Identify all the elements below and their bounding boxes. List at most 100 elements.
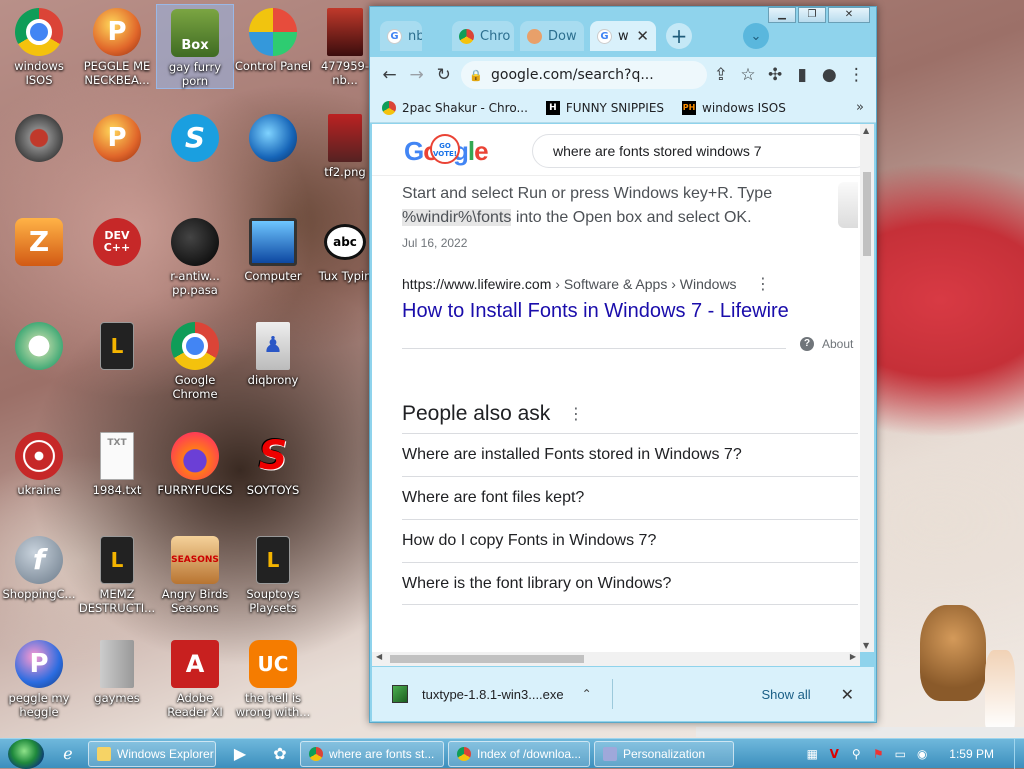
about-featured-snippet[interactable]: ? About [800,337,853,351]
tray-app-icon[interactable]: ▦ [805,747,819,761]
desktop-icon[interactable]: A Adobe Reader XI [156,636,234,719]
taskbar-chrome-index[interactable]: Index of /downloa... [448,740,590,767]
scroll-up-arrow-icon[interactable]: ▲ [863,126,869,135]
taskbar-personalization[interactable]: Personalization [594,740,734,767]
share-icon[interactable]: ⇪ [707,60,734,90]
desktop-icon[interactable]: S [156,110,234,165]
tab-search-button[interactable]: ⌄ [743,23,769,49]
media-player-icon[interactable]: ▶ [224,741,256,767]
start-button[interactable] [8,738,44,769]
desktop-icon[interactable]: FURRYFUCKS [156,428,234,497]
desktop-icon[interactable]: DEV C++ [78,214,156,269]
desktop-icon[interactable]: L MEMZ DESTRUCTI... [78,532,156,615]
desktop-icon[interactable]: r-antiw... pp.pasa [156,214,234,297]
bookmark-star-icon[interactable]: ☆ [734,60,761,90]
desktop-icon[interactable]: windows ISOS [0,4,78,87]
desktop-icon[interactable]: TXT 1984.txt [78,428,156,497]
scroll-thumb[interactable] [863,172,871,256]
bookmark-2pac[interactable]: 2pac Shakur - Chro... [382,100,528,115]
result-title-link[interactable]: How to Install Fonts in Windows 7 - Life… [402,300,789,323]
chevron-up-icon[interactable]: ⌃ [582,687,592,701]
angry-birds-icon: SEASONS [171,536,219,584]
result-cite[interactable]: https://www.lifewire.com › Software & Ap… [402,276,737,292]
address-bar[interactable]: 🔒 google.com/search?q... [461,61,708,89]
tab-downloads[interactable]: Dow [520,21,584,51]
flash-icon: f [15,536,63,584]
desktop-icon[interactable]: P peggle my heggle [0,636,78,719]
taskbar-chrome-search[interactable]: where are fonts st... [300,740,444,767]
bookmark-windows-isos[interactable]: PH windows ISOS [682,100,786,115]
paa-question[interactable]: How do I copy Fonts in Windows 7? [402,519,858,562]
clock[interactable]: 1:59 PM [949,747,994,761]
download-filename[interactable]: tuxtype-1.8.1-win3....exe [422,687,564,702]
desktop-icon-label: gay furry porn [168,60,222,88]
paa-question[interactable]: Where are installed Fonts stored in Wind… [402,433,858,476]
network-icon[interactable]: ▭ [893,747,907,761]
search-input[interactable]: where are fonts stored windows 7 [532,134,860,168]
folder-icon [100,640,134,688]
desktop-icon[interactable] [234,110,312,165]
new-tab-button[interactable]: + [666,23,692,49]
snippet-thumbnail[interactable] [838,182,858,228]
close-download-bar-icon[interactable]: ✕ [841,685,854,704]
paa-question[interactable]: Where is the font library on Windows? [402,562,858,605]
paa-question[interactable]: Where are font files kept? [402,476,858,519]
desktop-icon[interactable]: Z [0,214,78,269]
profile-icon[interactable]: ● [816,60,843,90]
desktop-icon[interactable]: S SOYTOYS [234,428,312,497]
internet-explorer-icon[interactable]: ℯ [52,741,84,767]
menu-kebab-icon[interactable]: ⋮ [843,60,870,90]
minimize-button[interactable]: ▁ [768,7,796,23]
extensions-icon[interactable]: ✣ [762,60,789,90]
side-panel-icon[interactable]: ▮ [789,60,816,90]
desktop-icon[interactable] [0,318,78,373]
paa-options-icon[interactable]: ⋮ [568,404,584,423]
close-window-button[interactable]: ✕ [828,7,870,23]
desktop-icon[interactable]: ukraine [0,428,78,497]
desktop-icon[interactable]: Box gay furry porn [156,4,234,89]
result-options-icon[interactable]: ⋮ [755,274,771,293]
forward-button[interactable]: → [403,60,430,90]
desktop-icon[interactable]: gaymes [78,636,156,705]
reload-button[interactable]: ↻ [430,60,457,90]
back-button[interactable]: ← [376,60,403,90]
show-all-button[interactable]: Show all [761,687,810,702]
bookmark-funny-snippies[interactable]: H FUNNY SNIPPIES [545,100,664,115]
scroll-left-arrow-icon[interactable]: ◀ [376,652,382,661]
desktop-icon[interactable]: Control Panel [234,4,312,73]
more-bookmarks-icon[interactable]: » [856,100,864,115]
google-icon: G [387,28,402,44]
tab-nba[interactable]: G nba [380,21,422,51]
desktop-icon[interactable]: P [78,110,156,165]
desktop-icon[interactable]: Google Chrome [156,318,234,401]
volume-icon[interactable]: ◉ [915,747,929,761]
scroll-right-arrow-icon[interactable]: ▶ [850,652,856,661]
soytoys-icon: S [258,433,288,479]
horizontal-scrollbar[interactable]: ◀ ▶ [372,652,860,666]
desktop-icon[interactable]: Computer [234,214,312,283]
show-desktop-button[interactable] [1014,738,1024,769]
app-icon[interactable]: ✿ [264,741,296,767]
scroll-down-arrow-icon[interactable]: ▼ [863,641,869,650]
flag-icon[interactable]: ⚑ [871,747,885,761]
document-icon: L [100,536,134,584]
desktop-icon[interactable]: L Souptoys Playsets [234,532,312,615]
desktop-icon[interactable]: L [78,318,156,373]
desktop-icon[interactable]: f ShoppingC... [0,532,78,601]
desktop-icon[interactable]: UC the hell is wrong with... [234,636,312,719]
window-controls: ▁ ❐ ✕ [766,7,870,23]
tray-search-icon[interactable]: ⚲ [849,747,863,761]
desktop-icon[interactable] [0,110,78,165]
maximize-button[interactable]: ❐ [798,7,826,23]
tab-label: Chro [480,28,511,44]
scroll-thumb[interactable] [390,655,584,663]
close-tab-icon[interactable]: ✕ [636,27,649,45]
taskbar-windows-explorer[interactable]: Windows Explorer [88,740,216,767]
tab-chromium[interactable]: Chro [452,21,514,51]
vertical-scrollbar[interactable]: ▲ ▼ [860,124,874,652]
desktop-icon[interactable]: P PEGGLE ME NECKBEA... [78,4,156,87]
tab-active-search[interactable]: G w ✕ [590,21,656,51]
desktop-icon[interactable]: SEASONS Angry Birds Seasons [156,532,234,615]
desktop-icon[interactable]: ♟ diqbrony [234,318,312,387]
tray-v-icon[interactable]: V [827,747,841,761]
